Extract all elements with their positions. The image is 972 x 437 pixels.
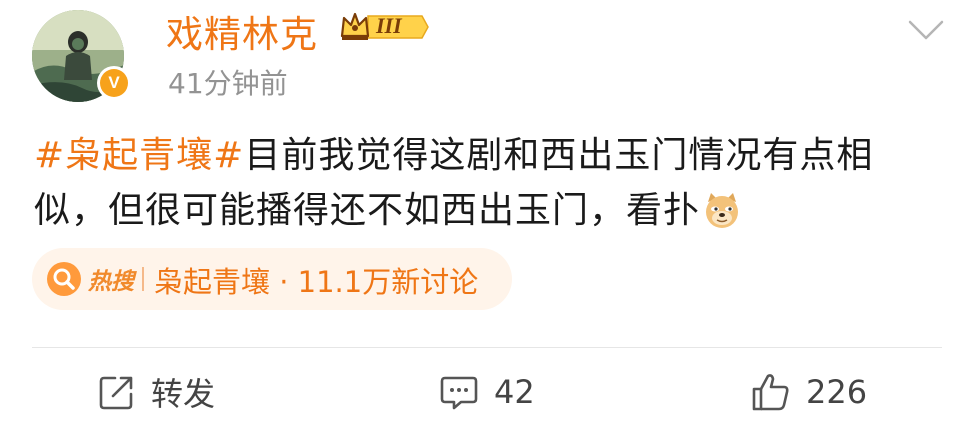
like-button[interactable]: 226 xyxy=(750,370,867,414)
chevron-down-icon[interactable] xyxy=(906,18,946,42)
hot-topic-text: 枭起青壤 · 11.1万新讨论 xyxy=(154,265,479,299)
doge-emoji-icon xyxy=(706,193,739,228)
member-badge[interactable]: III xyxy=(338,10,430,44)
repost-button[interactable]: 转发 xyxy=(97,370,215,414)
hot-search-separator xyxy=(142,267,144,291)
hot-search-label: 热搜 xyxy=(88,269,134,295)
repost-icon xyxy=(99,376,133,410)
repost-label: 转发 xyxy=(151,375,216,413)
verified-badge: V xyxy=(97,66,131,100)
hot-search-chip[interactable]: 热搜 枭起青壤 · 11.1万新讨论 xyxy=(32,248,512,310)
hot-search-icon xyxy=(47,262,81,296)
username[interactable]: 戏精林克 xyxy=(166,4,318,58)
verified-badge-label: V xyxy=(100,69,128,97)
hashtag-link[interactable]: #枭起青壤# xyxy=(34,135,244,176)
action-divider xyxy=(32,347,942,348)
member-badge-label: III xyxy=(376,13,402,38)
like-icon xyxy=(752,374,789,411)
comment-button[interactable]: 42 xyxy=(438,370,535,414)
post-time: 41分钟前 xyxy=(168,67,288,100)
like-count: 226 xyxy=(806,373,868,411)
comment-icon xyxy=(440,376,478,410)
comment-count: 42 xyxy=(494,373,535,411)
post-content: #枭起青壤#目前我觉得这剧和西出玉门情况有点相似，但很可能播得还不如西出玉门，看… xyxy=(34,128,914,238)
